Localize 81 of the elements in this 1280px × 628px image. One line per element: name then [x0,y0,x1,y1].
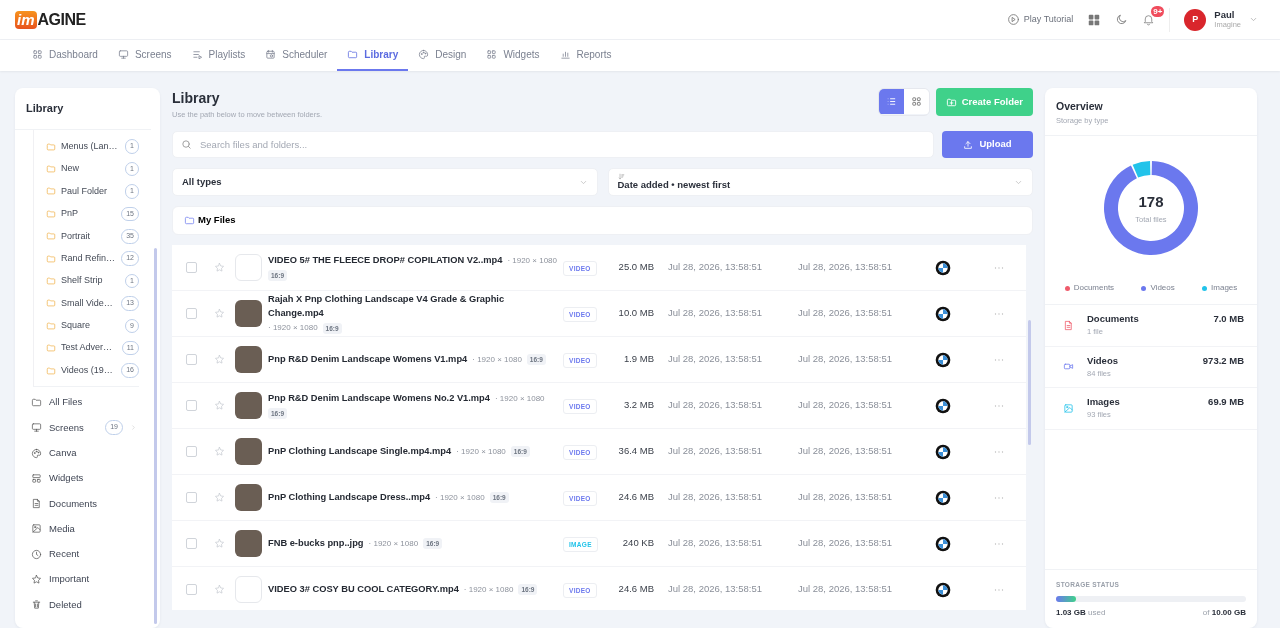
type-name: Documents [1087,312,1139,326]
sidebar-item[interactable]: Documents [15,491,143,517]
file-resolution: · 1920 × 1080 [368,537,419,550]
nav-tab[interactable]: Design [408,40,477,71]
type-name: Videos [1087,353,1118,368]
date-modified: Jul 28, 2026, 13:58:51 [798,490,894,505]
nav-tab[interactable]: Playlists [181,40,256,71]
panel-title: Overview [1056,99,1104,114]
file-size: 240 KB [621,536,654,551]
breadcrumb-link[interactable]: My Files [184,213,236,228]
nav-tab[interactable]: Scheduler [255,40,338,71]
sidebar-item[interactable]: Media [15,516,143,542]
date-added: Jul 28, 2026, 13:58:51 [668,306,764,321]
file-name[interactable]: FNB e-bucks pnp..jpg [268,536,364,551]
play-tutorial-button[interactable]: Play Tutorial [1006,12,1074,27]
file-size: 3.2 MB [622,398,654,413]
sidebar-item[interactable]: Recent [15,541,143,567]
file-resolution: · 1920 × 1080 [472,353,522,366]
date-modified: Jul 28, 2026, 13:58:51 [798,444,894,459]
date-added: Jul 28, 2026, 13:58:51 [668,490,764,505]
file-resolution: · 1920 × 1080 [435,491,485,504]
logo[interactable]: im AGINE [15,7,86,32]
date-added: Jul 28, 2026, 13:58:51 [668,582,764,597]
sidebar-item[interactable]: Deleted [15,592,143,618]
date-modified: Jul 28, 2026, 13:58:51 [798,352,894,367]
date-added: Jul 28, 2026, 13:58:51 [668,398,764,413]
legend-label: Documents [1073,282,1115,294]
sort-dropdown[interactable]: Date added • newest first [607,168,1033,196]
file-name[interactable]: Rajah X Pnp Clothing Landscape V4 Grade & Graphic Change.mp4 [268,292,557,321]
file-size: 24.6 MB [617,490,654,505]
date-modified: Jul 28, 2026, 13:58:51 [798,536,894,551]
sidebar-item[interactable]: Important [15,566,143,593]
date-modified: Jul 28, 2026, 13:58:51 [798,306,894,321]
upload-button[interactable]: Upload [942,131,1033,158]
total-files-count: 178 [1138,192,1164,213]
storage-total: of 10.00 GB [1202,607,1246,619]
file-resolution: · 1920 × 1080 [456,445,506,458]
file-resolution: · 1920 × 1080 [463,583,514,596]
nav-tab[interactable]: Library [337,40,409,71]
nav-tab[interactable]: Widgets [476,40,550,71]
file-resolution: · 1920 × 1080 [507,254,557,267]
sidebar-title: Library [15,88,151,130]
storage-used: 1.03 GB used [1056,607,1106,619]
date-modified: Jul 28, 2026, 13:58:51 [798,582,894,597]
sidebar-item[interactable]: All Files [15,389,143,416]
date-added: Jul 28, 2026, 13:58:51 [668,444,764,459]
page-title: Library [172,89,221,108]
file-name[interactable]: Pnp R&D Denim Landscape Womens V1.mp4 [268,352,468,367]
file-size: 1.9 MB [622,352,654,367]
file-name[interactable]: VIDEO 3# COSY BU COOL CATEGORY.mp4 [268,582,459,597]
sidebar-item[interactable]: Widgets [15,465,143,491]
sidebar-item[interactable]: Canva [15,440,143,466]
file-name[interactable]: PnP Clothing Landscape Single.mp4.mp4 [268,444,452,459]
file-size: 36.4 MB [617,444,654,459]
legend-label: Images [1211,282,1238,294]
user-avatar[interactable]: P [1184,8,1207,31]
type-size: 973.2 MB [1202,353,1244,368]
file-resolution: · 1920 × 1080 [494,392,545,405]
type-size: 7.0 MB [1213,312,1244,326]
nav-tab[interactable]: Screens [107,40,182,71]
legend-label: Videos [1150,282,1175,294]
date-added: Jul 28, 2026, 13:58:51 [668,260,764,275]
notification-count: 9+ [1151,6,1165,17]
search-field[interactable]: Search files and folders... [172,131,934,158]
type-name: Images [1087,395,1120,409]
file-name[interactable]: Pnp R&D Denim Landscape Womens No.2 V1.mp4 [268,391,490,406]
type-size: 69.9 MB [1208,395,1244,409]
date-added: Jul 28, 2026, 13:58:51 [668,536,764,551]
file-name[interactable]: PnP Clothing Landscape Dress..mp4 [268,490,431,505]
nav-tab[interactable]: Dashboard [22,40,108,71]
file-resolution: · 1920 × 1080 [268,322,318,335]
file-size: 24.6 MB [617,582,654,597]
file-size: 10.0 MB [617,306,654,321]
date-modified: Jul 28, 2026, 13:58:51 [798,398,894,413]
file-size: 25.0 MB [617,260,654,275]
user-name: Paul [1214,9,1236,21]
date-modified: Jul 28, 2026, 13:58:51 [798,260,894,275]
file-name[interactable]: VIDEO 5# THE FLEECE DROP# COPILATION V2..mp4 [268,253,503,268]
type-filter-dropdown[interactable]: All types [172,168,598,196]
nav-tab[interactable]: Reports [549,40,622,71]
date-added: Jul 28, 2026, 13:58:51 [668,352,764,367]
